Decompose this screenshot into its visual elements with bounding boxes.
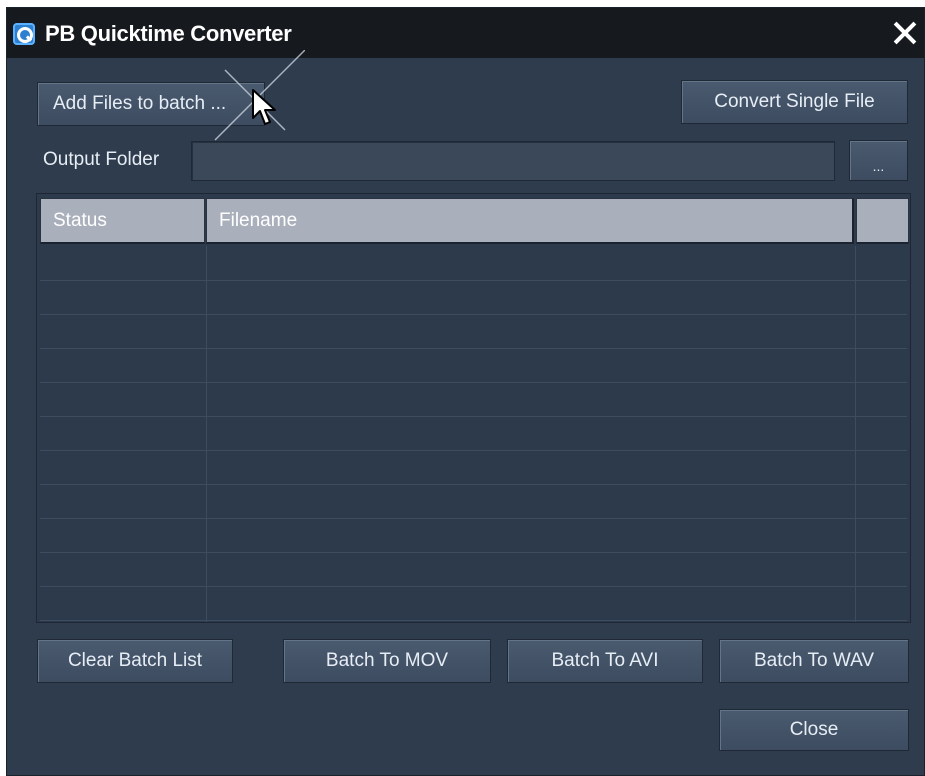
window-title: PB Quicktime Converter: [45, 21, 292, 46]
table-row[interactable]: [40, 280, 907, 315]
table-row[interactable]: [40, 518, 907, 553]
output-folder-field[interactable]: [191, 141, 835, 181]
column-header-status[interactable]: Status: [40, 198, 205, 244]
table-row[interactable]: [40, 348, 907, 383]
close-button[interactable]: Close: [719, 709, 909, 751]
batch-to-avi-button[interactable]: Batch To AVI: [507, 639, 703, 683]
close-icon[interactable]: [886, 15, 922, 51]
table-rows: [40, 246, 907, 622]
add-files-button[interactable]: Add Files to batch ...: [37, 82, 265, 126]
table-header: Status Filename: [40, 198, 909, 244]
table-row[interactable]: [40, 246, 907, 281]
table-row[interactable]: [40, 314, 907, 349]
batch-to-mov-button[interactable]: Batch To MOV: [283, 639, 491, 683]
mouse-pointer-icon: [252, 89, 276, 125]
table-row[interactable]: [40, 382, 907, 417]
browse-button[interactable]: ...: [849, 140, 908, 181]
title-bar[interactable]: PB Quicktime Converter: [7, 8, 924, 58]
table-row[interactable]: [40, 484, 907, 519]
convert-single-file-button[interactable]: Convert Single File: [681, 80, 908, 124]
table-row[interactable]: [40, 450, 907, 485]
converter-window: PB Quicktime Converter Add Files to batc…: [6, 7, 925, 776]
quicktime-icon: [13, 23, 35, 45]
column-header-extra[interactable]: [856, 198, 909, 244]
column-header-filename[interactable]: Filename: [206, 198, 854, 244]
table-row[interactable]: [40, 416, 907, 451]
batch-to-wav-button[interactable]: Batch To WAV: [719, 639, 909, 683]
batch-table[interactable]: Status Filename: [36, 193, 911, 623]
table-row[interactable]: [40, 586, 907, 621]
table-row[interactable]: [40, 552, 907, 587]
output-folder-label: Output Folder: [43, 149, 160, 170]
clear-batch-list-button[interactable]: Clear Batch List: [37, 639, 233, 683]
